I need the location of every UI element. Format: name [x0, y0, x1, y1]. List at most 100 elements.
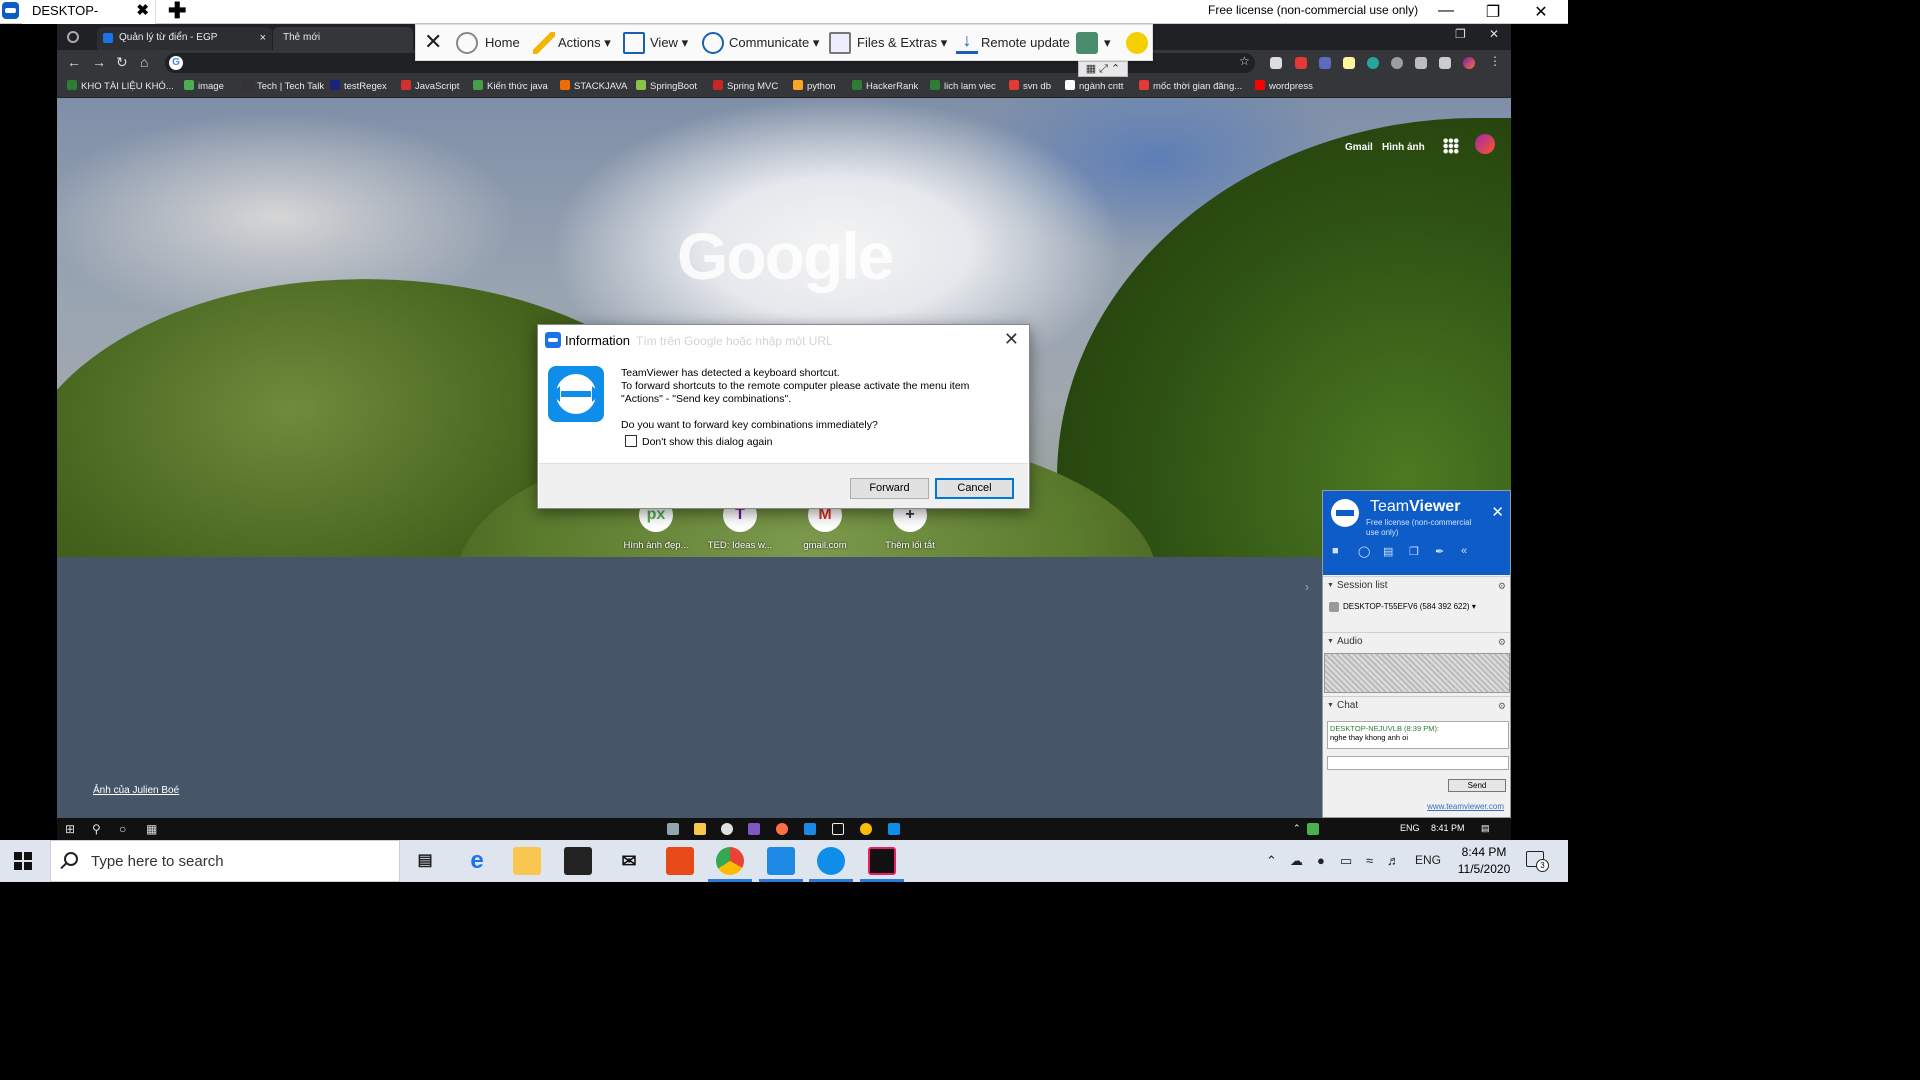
taskbar-clock[interactable]: 8:44 PM 11/5/2020	[1450, 844, 1518, 878]
feedback-dropdown-icon[interactable]: ▾	[1104, 35, 1111, 51]
headset-icon[interactable]: ◯	[1358, 545, 1370, 558]
bookmark-star-icon[interactable]: ☆	[1239, 54, 1250, 68]
dialog-close-icon[interactable]: ✕	[1004, 329, 1019, 350]
remote-start-icon[interactable]: ⊞	[65, 822, 75, 836]
start-icon[interactable]	[14, 852, 34, 870]
photo-credit-link[interactable]: Ảnh của Julien Boé	[93, 785, 179, 796]
home-icon[interactable]: ⌂	[140, 54, 148, 70]
profile-avatar[interactable]	[1463, 57, 1475, 69]
bookmark-item[interactable]: wordpress	[1255, 80, 1313, 92]
gmail-link[interactable]: Gmail	[1345, 142, 1373, 153]
chrome-tab-1[interactable]: Quản lý từ điển - EGP ×	[97, 27, 272, 50]
remote-vscode-icon[interactable]	[804, 823, 816, 835]
close-tab-icon[interactable]: ✖	[136, 0, 149, 22]
bookmark-item[interactable]: testRegex	[330, 80, 387, 92]
google-apps-icon[interactable]	[1443, 138, 1459, 154]
dont-show-checkbox[interactable]	[625, 435, 637, 447]
bookmark-item[interactable]: Spring MVC	[713, 80, 778, 92]
edge-icon[interactable]: e	[463, 847, 491, 875]
send-button[interactable]: Send	[1448, 779, 1506, 792]
chat-icon[interactable]: ▤	[1383, 545, 1393, 558]
gear-icon[interactable]: ⚙	[1498, 697, 1506, 715]
google-account-avatar[interactable]	[1475, 134, 1495, 154]
remote-app-icon[interactable]	[667, 823, 679, 835]
bookmark-item[interactable]: lich lam viec	[930, 80, 996, 92]
extension-5-icon[interactable]	[1367, 57, 1379, 69]
remote-clock[interactable]: 8:41 PM	[1431, 823, 1465, 833]
store-icon[interactable]	[564, 847, 592, 875]
chrome-search-tab-icon[interactable]	[67, 31, 79, 43]
remote-chrome-icon[interactable]	[860, 823, 872, 835]
close-window-icon[interactable]: ✕	[1531, 2, 1551, 22]
chrome-menu-icon[interactable]: ⋮	[1489, 54, 1501, 68]
teamviewer-taskbar-icon[interactable]	[817, 847, 845, 875]
task-view-icon[interactable]: ▤	[411, 847, 439, 875]
volume-icon[interactable]: ♬	[1387, 853, 1400, 868]
remote-intellij-icon[interactable]	[832, 823, 844, 835]
toolbar-actions[interactable]: Actions ▾	[558, 35, 611, 51]
bookmark-item[interactable]: mốc thời gian đăng...	[1139, 80, 1242, 92]
bookmark-item[interactable]: SpringBoot	[636, 80, 697, 92]
extensions-puzzle-icon[interactable]	[1439, 57, 1451, 69]
bookmark-item[interactable]: svn db	[1009, 80, 1051, 92]
video-icon[interactable]: ■	[1332, 545, 1339, 557]
wifi-icon[interactable]: ≈	[1366, 853, 1373, 868]
chrome-close-icon[interactable]: ✕	[1489, 27, 1499, 41]
panel-collapse-icon[interactable]: ›	[1305, 580, 1309, 594]
bookmark-item[interactable]: Tech | Tech Talk	[243, 80, 324, 92]
remote-language[interactable]: ENG	[1400, 823, 1420, 833]
toolbar-remote-update[interactable]: Remote update	[981, 35, 1070, 50]
chat-feedback-icon[interactable]	[1076, 32, 1098, 54]
toolbar-minimize-controls[interactable]: ▦ ⤢ ⌃	[1078, 61, 1128, 77]
intellij-icon[interactable]	[868, 847, 896, 875]
remote-tray-icon[interactable]	[1307, 823, 1319, 835]
microphone-icon[interactable]: ●	[1317, 853, 1325, 868]
bookmark-item[interactable]: image	[184, 80, 224, 92]
remote-explorer-icon[interactable]	[694, 823, 706, 835]
bookmark-item[interactable]: python	[793, 80, 836, 92]
extension-4-icon[interactable]	[1343, 57, 1355, 69]
audio-header[interactable]: Audio⚙	[1323, 632, 1510, 651]
forward-button[interactable]: Forward	[850, 478, 929, 499]
toolbar-files-extras[interactable]: Files & Extras ▾	[857, 35, 947, 51]
smiley-icon[interactable]	[1126, 32, 1148, 54]
bookmark-item[interactable]: ngành cntt	[1065, 80, 1123, 92]
chrome-tab-2[interactable]: Thẻ mới	[273, 27, 413, 50]
forward-icon[interactable]: →	[92, 54, 106, 70]
close-tab-1-icon[interactable]: ×	[260, 27, 266, 49]
tools-icon[interactable]: ✒	[1435, 545, 1444, 558]
chrome-icon[interactable]	[716, 847, 744, 875]
files-icon[interactable]: ❐	[1409, 545, 1419, 558]
dont-show-label[interactable]: Don't show this dialog again	[642, 436, 772, 448]
teamviewer-link[interactable]: www.teamviewer.com	[1427, 802, 1504, 811]
session-list-header[interactable]: Session list⚙	[1323, 576, 1510, 595]
gear-icon[interactable]: ⚙	[1498, 577, 1506, 595]
end-session-icon[interactable]: ✕	[424, 29, 442, 55]
remote-taskview-icon[interactable]: ▦	[146, 822, 157, 836]
chrome-restore-icon[interactable]: ❐	[1455, 27, 1466, 41]
extension-1-icon[interactable]	[1270, 57, 1282, 69]
taskbar-search[interactable]: Type here to search	[50, 840, 400, 882]
toolbar-home[interactable]: Home	[485, 35, 520, 50]
toolbar-communicate[interactable]: Communicate ▾	[729, 35, 819, 51]
notification-center-icon[interactable]: 3	[1526, 851, 1549, 872]
extension-2-icon[interactable]	[1295, 57, 1307, 69]
remote-notification-icon[interactable]: ▤	[1481, 823, 1490, 834]
chat-header[interactable]: Chat⚙	[1323, 696, 1510, 715]
reload-icon[interactable]: ↻	[116, 54, 128, 71]
cancel-button[interactable]: Cancel	[935, 478, 1014, 499]
vscode-icon[interactable]	[767, 847, 795, 875]
battery-icon[interactable]: ▭	[1340, 853, 1352, 869]
bookmark-item[interactable]: STACKJAVA	[560, 80, 627, 92]
remote-app-icon[interactable]	[721, 823, 733, 835]
remote-search-icon[interactable]: ⚲	[92, 822, 101, 836]
back-icon[interactable]: ←	[67, 54, 81, 70]
session-tab[interactable]: DESKTOP-NEJUVLB ✖	[22, 0, 156, 40]
tray-overflow-icon[interactable]: ⌃	[1266, 853, 1277, 869]
toolbar-view[interactable]: View ▾	[650, 35, 688, 51]
remote-tray-icon[interactable]: ⌃	[1293, 823, 1301, 834]
onedrive-icon[interactable]: ☁	[1290, 853, 1303, 869]
bookmark-item[interactable]: Kiến thức java	[473, 80, 548, 92]
remote-visualstudio-icon[interactable]	[748, 823, 760, 835]
remote-app-icon[interactable]	[776, 823, 788, 835]
